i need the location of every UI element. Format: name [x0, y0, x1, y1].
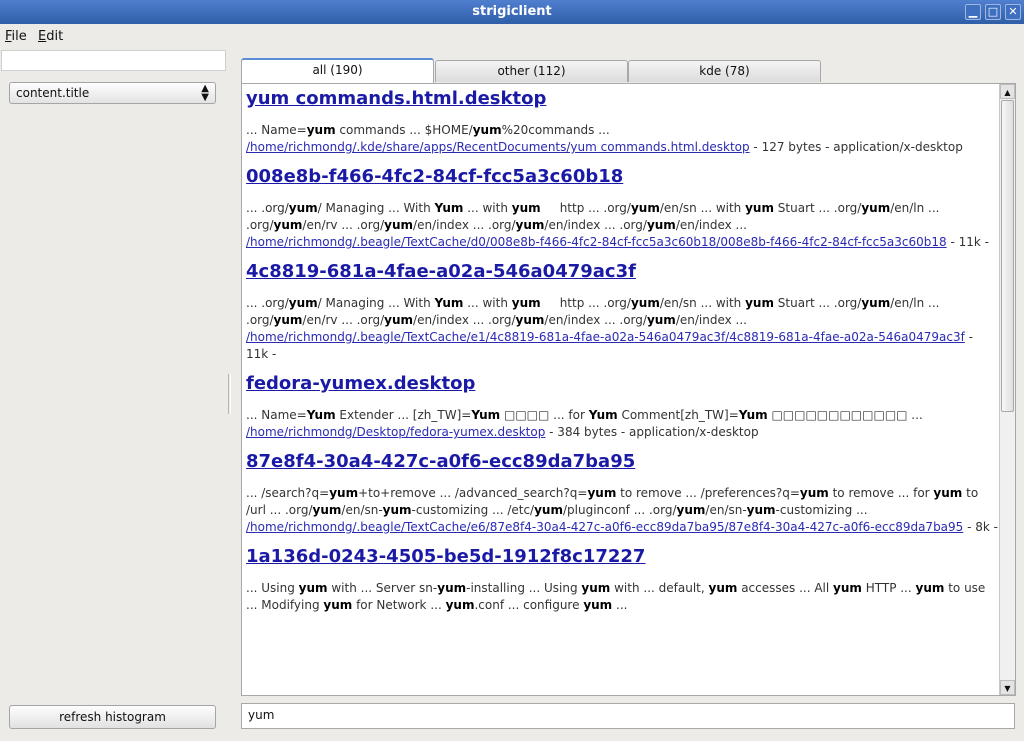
- scroll-up-icon[interactable]: ▲: [1000, 84, 1015, 99]
- result-title-link[interactable]: yum commands.html.desktop: [246, 88, 998, 110]
- field-select[interactable]: content.title ▲ ▼: [9, 82, 216, 104]
- result-item: fedora-yumex.desktop ... Name=Yum Extende…: [246, 373, 998, 441]
- splitter-handle[interactable]: [228, 374, 231, 414]
- result-fragment: ... .org/yum/ Managing ... With Yum ... …: [246, 296, 940, 327]
- result-meta-line: /home/richmondg/.kde/share/apps/RecentDo…: [246, 139, 998, 156]
- result-item: 1a136d-0243-4505-be5d-1912f8c17227 ... Us…: [246, 546, 998, 614]
- title-bar: strigiclient ▁ □ ✕: [0, 0, 1024, 24]
- result-meta-line: /home/richmondg/.beagle/TextCache/d0/008…: [246, 234, 998, 251]
- result-meta: - 127 bytes - application/x-desktop: [749, 140, 963, 154]
- result-fragment: ... Name=yum commands ... $HOME/yum%20co…: [246, 123, 610, 137]
- results-scrollbar[interactable]: ▲ ▼: [999, 84, 1015, 695]
- minimize-button[interactable]: ▁: [965, 4, 981, 20]
- result-path-link[interactable]: /home/richmondg/.kde/share/apps/RecentDo…: [246, 140, 750, 154]
- tab-other[interactable]: other (112): [435, 60, 628, 82]
- result-fragment: ... /search?q=yum+to+remove ... /advance…: [246, 486, 979, 517]
- menu-file[interactable]: File: [5, 29, 27, 44]
- menu-edit[interactable]: Edit: [38, 29, 63, 44]
- scrollbar-thumb[interactable]: [1001, 100, 1014, 412]
- result-item: 4c8819-681a-4fae-a02a-546a0479ac3f ... .o…: [246, 261, 998, 363]
- result-meta-line: /home/richmondg/.beagle/TextCache/e1/4c8…: [246, 329, 998, 363]
- maximize-button[interactable]: □: [985, 4, 1001, 20]
- result-title-link[interactable]: 4c8819-681a-4fae-a02a-546a0479ac3f: [246, 261, 998, 283]
- result-fragment: ... Using yum with ... Server sn-yum-ins…: [246, 581, 986, 612]
- result-fragment: ... Name=Yum Extender ... [zh_TW]=Yum □□…: [246, 408, 923, 422]
- result-path-link[interactable]: /home/richmondg/.beagle/TextCache/e1/4c8…: [246, 330, 965, 344]
- result-path-link[interactable]: /home/richmondg/.beagle/TextCache/e6/87e…: [246, 520, 963, 534]
- result-meta: - 384 bytes - application/x-desktop: [545, 425, 759, 439]
- result-meta: - 8k -: [963, 520, 998, 534]
- menu-bar: File Edit: [0, 26, 1024, 46]
- result-item: 87e8f4-30a4-427c-a0f6-ecc89da7ba95 ... /s…: [246, 451, 998, 536]
- result-item: yum commands.html.desktop ... Name=yum co…: [246, 88, 998, 156]
- result-meta-line: /home/richmondg/Desktop/fedora-yumex.des…: [246, 424, 998, 441]
- result-fragment: ... .org/yum/ Managing ... With Yum ... …: [246, 201, 940, 232]
- results-pane: yum commands.html.desktop ... Name=yum co…: [241, 83, 1016, 696]
- updown-arrows-icon: ▲ ▼: [201, 83, 209, 103]
- result-path-link[interactable]: /home/richmondg/Desktop/fedora-yumex.des…: [246, 425, 545, 439]
- result-item: 008e8b-f466-4fc2-84cf-fcc5a3c60b18 ... .o…: [246, 166, 998, 251]
- close-button[interactable]: ✕: [1005, 4, 1021, 20]
- scroll-down-icon[interactable]: ▼: [1000, 680, 1015, 695]
- result-title-link[interactable]: 1a136d-0243-4505-be5d-1912f8c17227: [246, 546, 998, 568]
- app-window: strigiclient ▁ □ ✕ File Edit content.tit…: [0, 0, 1024, 741]
- tab-all[interactable]: all (190): [241, 58, 434, 83]
- field-select-value: content.title: [16, 86, 90, 100]
- results-list: yum commands.html.desktop ... Name=yum co…: [246, 88, 998, 624]
- result-title-link[interactable]: fedora-yumex.desktop: [246, 373, 998, 395]
- result-path-link[interactable]: /home/richmondg/.beagle/TextCache/d0/008…: [246, 235, 947, 249]
- result-meta-line: /home/richmondg/.beagle/TextCache/e6/87e…: [246, 519, 998, 536]
- result-title-link[interactable]: 008e8b-f466-4fc2-84cf-fcc5a3c60b18: [246, 166, 998, 188]
- result-meta: - 11k -: [946, 235, 989, 249]
- result-title-link[interactable]: 87e8f4-30a4-427c-a0f6-ecc89da7ba95: [246, 451, 998, 473]
- window-title: strigiclient: [472, 4, 552, 19]
- tab-kde[interactable]: kde (78): [628, 60, 821, 82]
- query-input[interactable]: yum: [241, 703, 1015, 729]
- refresh-histogram-button[interactable]: refresh histogram: [9, 705, 216, 729]
- filter-input[interactable]: [1, 50, 226, 71]
